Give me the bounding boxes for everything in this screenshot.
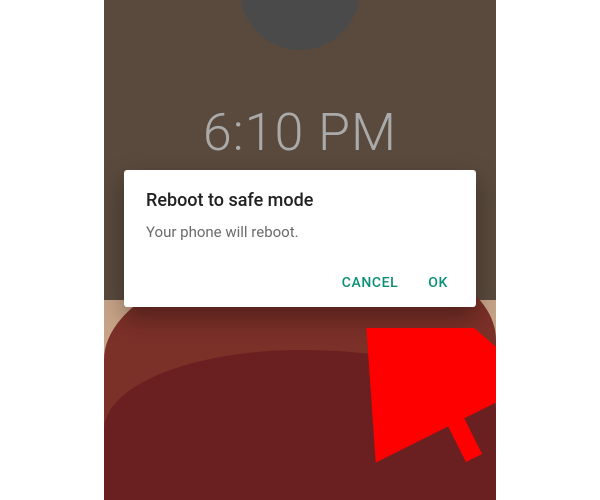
background-hill-front [104, 350, 496, 500]
dialog-actions: CANCEL OK [146, 275, 454, 297]
safe-mode-dialog: Reboot to safe mode Your phone will rebo… [124, 170, 476, 307]
cancel-button[interactable]: CANCEL [342, 275, 399, 291]
dialog-body: Your phone will reboot. [146, 223, 454, 241]
dialog-title: Reboot to safe mode [146, 190, 454, 211]
phone-screen: 6:10 PM Reboot to safe mode Your phone w… [104, 0, 496, 500]
ok-button[interactable]: OK [428, 275, 448, 291]
lockscreen-clock: 6:10 PM [104, 102, 496, 163]
